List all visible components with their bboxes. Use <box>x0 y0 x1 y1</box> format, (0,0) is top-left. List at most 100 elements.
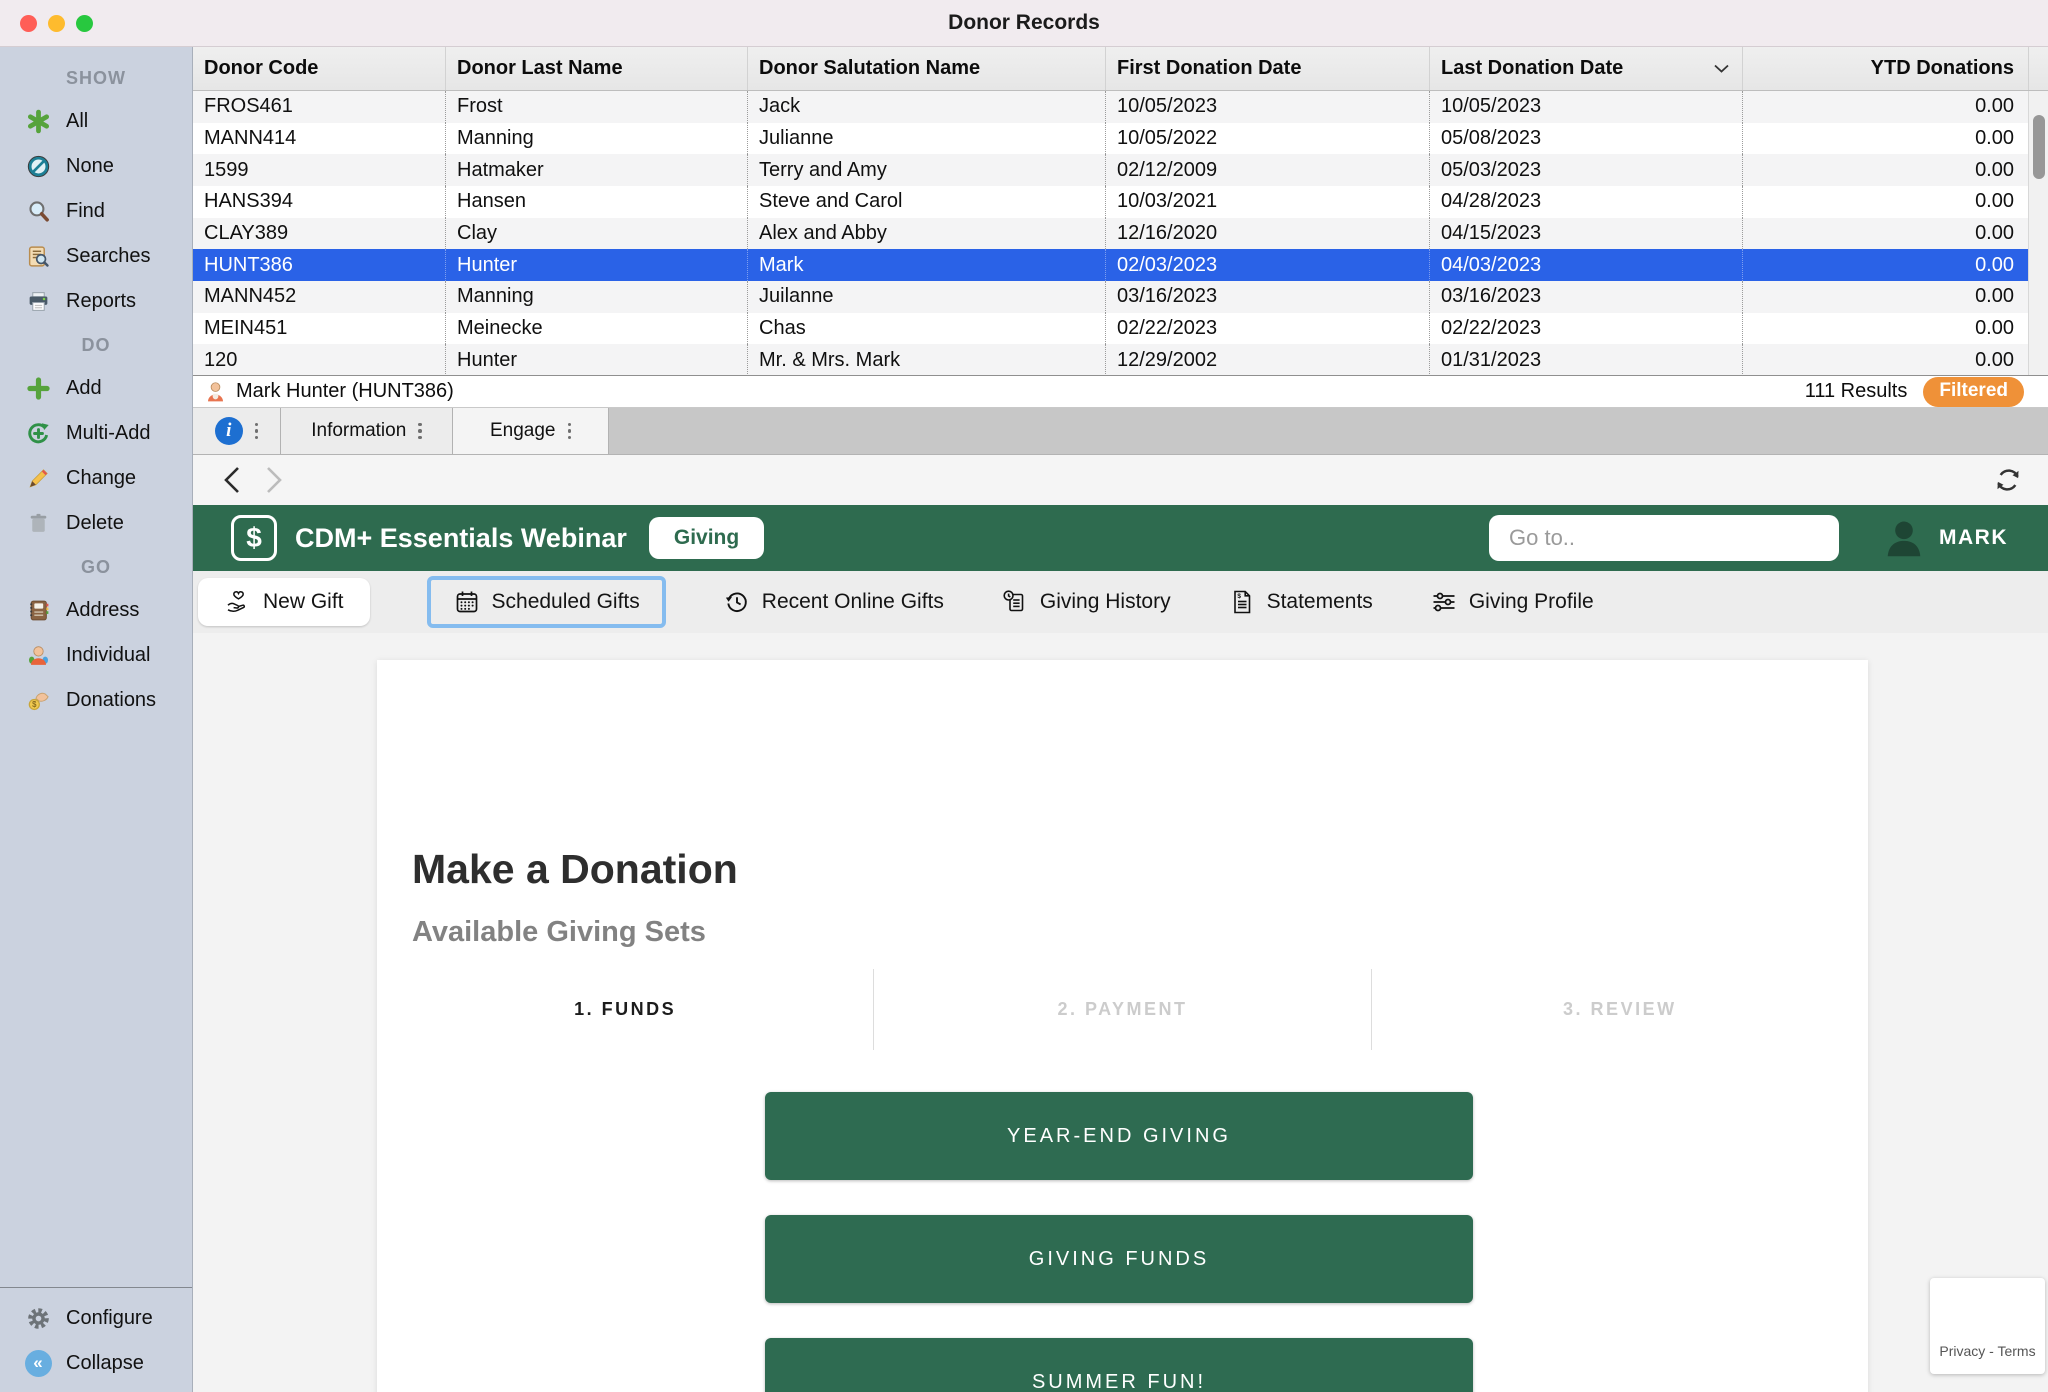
table-row[interactable]: FROS461 Frost Jack 10/05/2023 10/05/2023… <box>193 91 2048 123</box>
sidebar-item-label: Individual <box>66 644 151 667</box>
nav-giving-history[interactable]: Giving History <box>1001 588 1171 616</box>
sidebar-section-do: DO <box>0 324 192 366</box>
cell-ytd: 0.00 <box>1742 123 2028 155</box>
giving-button[interactable]: Giving <box>649 517 764 559</box>
giving-set-giving-funds[interactable]: GIVING FUNDS <box>765 1215 1473 1303</box>
cell-last-date: 04/15/2023 <box>1429 218 1742 250</box>
sort-chevron-icon <box>1713 63 1730 74</box>
column-header-donor-code[interactable]: Donor Code <box>193 47 445 90</box>
cell-last-date: 04/03/2023 <box>1429 249 1742 281</box>
sidebar-item-configure[interactable]: Configure <box>0 1296 192 1341</box>
back-button[interactable] <box>215 463 249 497</box>
cell-last-date: 01/31/2023 <box>1429 344 1742 376</box>
current-record-name: Mark Hunter (HUNT386) <box>236 380 454 403</box>
column-header-spacer <box>2028 47 2048 90</box>
nav-new-gift[interactable]: New Gift <box>198 578 370 626</box>
giving-set-year-end[interactable]: YEAR-END GIVING <box>765 1092 1473 1180</box>
column-header-ytd[interactable]: YTD Donations <box>1742 47 2028 90</box>
tab-label: Engage <box>490 420 556 442</box>
cell-first-date: 12/29/2002 <box>1105 344 1429 376</box>
table-row[interactable]: 120 Hunter Mr. & Mrs. Mark 12/29/2002 01… <box>193 344 2048 376</box>
user-menu[interactable]: MARK <box>1881 515 2008 561</box>
cell-first-date: 10/05/2022 <box>1105 123 1429 155</box>
cell-salutation: Alex and Abby <box>747 218 1105 250</box>
sidebar-item-address[interactable]: Address <box>0 588 192 633</box>
nav-label: Statements <box>1267 590 1373 614</box>
donor-table: FROS461 Frost Jack 10/05/2023 10/05/2023… <box>193 91 2048 376</box>
column-label: Donor Salutation Name <box>759 57 980 80</box>
column-header-first-donation[interactable]: First Donation Date <box>1105 47 1429 90</box>
refresh-icon[interactable] <box>1990 462 2026 498</box>
user-name: MARK <box>1939 526 2008 550</box>
sidebar-item-searches[interactable]: Searches <box>0 234 192 279</box>
cell-donor-code: MANN414 <box>193 123 445 155</box>
nav-statements[interactable]: $ Statements <box>1228 588 1373 616</box>
sidebar-item-donations[interactable]: $ Donations <box>0 678 192 723</box>
giving-set-summer-fun[interactable]: SUMMER FUN! <box>765 1338 1473 1392</box>
sidebar-item-delete[interactable]: Delete <box>0 501 192 546</box>
column-header-salutation[interactable]: Donor Salutation Name <box>747 47 1105 90</box>
sidebar-item-collapse[interactable]: « Collapse <box>0 1341 192 1386</box>
sidebar-item-label: Collapse <box>66 1352 144 1375</box>
cell-first-date: 10/03/2021 <box>1105 186 1429 218</box>
sidebar-item-change[interactable]: Change <box>0 456 192 501</box>
close-button[interactable] <box>20 15 37 32</box>
cell-donor-code: FROS461 <box>193 91 445 123</box>
zoom-button[interactable] <box>76 15 93 32</box>
column-label: First Donation Date <box>1117 57 1301 80</box>
nav-scheduled-gifts[interactable]: Scheduled Gifts <box>427 576 666 628</box>
minimize-button[interactable] <box>48 15 65 32</box>
nav-giving-profile[interactable]: Giving Profile <box>1430 588 1594 616</box>
tab-engage[interactable]: Engage <box>453 408 609 454</box>
traffic-lights <box>20 15 93 32</box>
goto-input[interactable] <box>1489 515 1839 561</box>
table-row[interactable]: HANS394 Hansen Steve and Carol 10/03/202… <box>193 186 2048 218</box>
scrollbar-thumb[interactable] <box>2033 115 2045 179</box>
column-header-last-name[interactable]: Donor Last Name <box>445 47 747 90</box>
table-scrollbar[interactable] <box>2028 91 2048 376</box>
sidebar-item-multi-add[interactable]: Multi-Add <box>0 411 192 456</box>
table-row[interactable]: CLAY389 Clay Alex and Abby 12/16/2020 04… <box>193 218 2048 250</box>
info-icon: i <box>215 417 243 445</box>
cell-salutation: Juilanne <box>747 281 1105 313</box>
browser-nav-bar <box>193 455 2048 505</box>
calendar-icon <box>453 588 481 616</box>
cell-donor-code: MANN452 <box>193 281 445 313</box>
sidebar-item-label: All <box>66 110 88 133</box>
nav-recent-online-gifts[interactable]: Recent Online Gifts <box>723 588 944 616</box>
tab-menu-icon[interactable] <box>568 423 572 440</box>
sidebar-item-all[interactable]: All <box>0 99 192 144</box>
forward-button[interactable] <box>257 463 291 497</box>
sidebar-item-none[interactable]: None <box>0 144 192 189</box>
sidebar-item-add[interactable]: Add <box>0 366 192 411</box>
record-person-icon <box>203 379 228 404</box>
filtered-badge[interactable]: Filtered <box>1923 377 2024 407</box>
cell-last-name: Manning <box>445 123 747 155</box>
tab-menu-icon[interactable] <box>418 423 422 440</box>
table-row[interactable]: MANN452 Manning Juilanne 03/16/2023 03/1… <box>193 281 2048 313</box>
sidebar-item-find[interactable]: Find <box>0 189 192 234</box>
cell-salutation: Jack <box>747 91 1105 123</box>
tab-info[interactable]: i <box>193 408 281 454</box>
step-review: 3. REVIEW <box>1371 969 1868 1050</box>
cell-last-date: 04/28/2023 <box>1429 186 1742 218</box>
sidebar-item-individual[interactable]: Individual <box>0 633 192 678</box>
tab-menu-icon[interactable] <box>255 423 259 440</box>
sidebar-item-label: Delete <box>66 512 124 535</box>
column-header-last-donation[interactable]: Last Donation Date <box>1429 47 1742 90</box>
cell-donor-code: HANS394 <box>193 186 445 218</box>
table-row-selected[interactable]: HUNT386 Hunter Mark 02/03/2023 04/03/202… <box>193 249 2048 281</box>
sidebar-item-label: Multi-Add <box>66 422 150 445</box>
table-row[interactable]: MANN414 Manning Julianne 10/05/2022 05/0… <box>193 123 2048 155</box>
table-row[interactable]: 1599 Hatmaker Terry and Amy 02/12/2009 0… <box>193 154 2048 186</box>
tab-information[interactable]: Information <box>281 408 453 454</box>
nav-label: New Gift <box>263 590 344 614</box>
sidebar-item-reports[interactable]: Reports <box>0 279 192 324</box>
cell-first-date: 10/05/2023 <box>1105 91 1429 123</box>
record-tab-strip: i Information Engage <box>193 408 2048 455</box>
cell-last-name: Hansen <box>445 186 747 218</box>
recaptcha-links[interactable]: Privacy - Terms <box>1939 1343 2035 1359</box>
recaptcha-badge[interactable]: Privacy - Terms <box>1930 1278 2045 1374</box>
column-label: Last Donation Date <box>1441 57 1623 80</box>
table-row[interactable]: MEIN451 Meinecke Chas 02/22/2023 02/22/2… <box>193 313 2048 345</box>
